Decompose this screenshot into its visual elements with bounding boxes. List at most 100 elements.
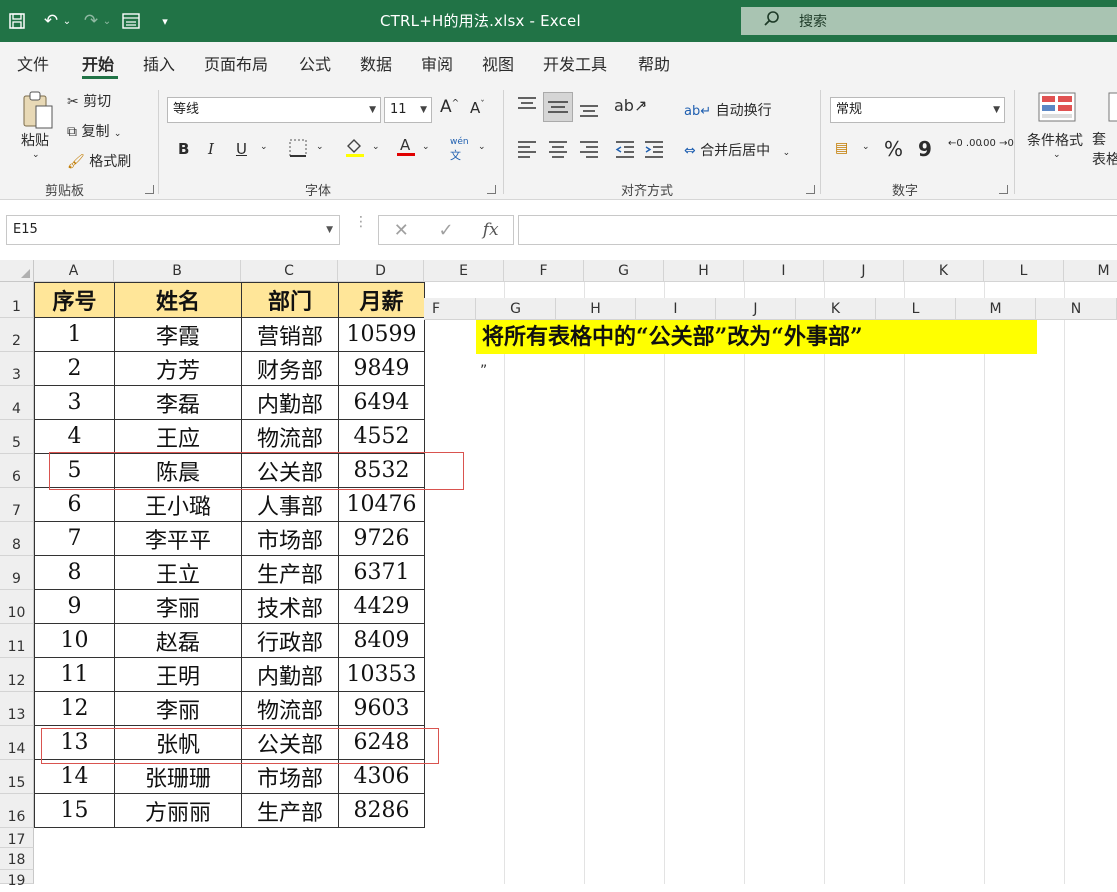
cell[interactable]: 4: [34, 419, 115, 454]
cell[interactable]: 李丽: [114, 589, 242, 624]
comma-button[interactable]: 9: [918, 137, 932, 161]
bold-button[interactable]: B: [178, 140, 189, 158]
tab-help[interactable]: 帮助: [638, 51, 670, 75]
font-launcher-icon[interactable]: [487, 185, 496, 194]
tab-view[interactable]: 视图: [482, 51, 514, 75]
decrease-indent-icon[interactable]: [614, 140, 636, 162]
cell[interactable]: 生产部: [241, 793, 339, 828]
header-cell[interactable]: 月薪: [338, 282, 425, 318]
cell[interactable]: 物流部: [241, 691, 339, 726]
cell[interactable]: 8286: [338, 793, 425, 828]
cell[interactable]: 李丽: [114, 691, 242, 726]
cell[interactable]: 方芳: [114, 351, 242, 386]
cell[interactable]: 3: [34, 385, 115, 420]
cell[interactable]: 15: [34, 793, 115, 828]
cell[interactable]: 4306: [338, 759, 425, 794]
row-header[interactable]: 16: [0, 794, 34, 828]
cell[interactable]: 14: [34, 759, 115, 794]
format-table-label[interactable]: 套 表格: [1092, 130, 1117, 170]
number-format-select[interactable]: 常规 ▼: [830, 97, 1005, 123]
header-cell[interactable]: 序号: [34, 282, 115, 318]
row-header[interactable]: 19: [0, 870, 34, 889]
underline-dropdown-icon[interactable]: ⌄: [260, 142, 268, 152]
header-cell[interactable]: 部门: [241, 282, 339, 318]
border-dropdown-icon[interactable]: ⌄: [316, 142, 324, 152]
accounting-icon[interactable]: ▤: [835, 140, 848, 156]
row-header[interactable]: 8: [0, 522, 34, 556]
increase-font-icon[interactable]: A^: [440, 97, 459, 117]
paste-dropdown-icon[interactable]: ⌄: [32, 150, 40, 160]
border-button[interactable]: [288, 138, 308, 162]
tab-data[interactable]: 数据: [360, 51, 392, 75]
tab-review[interactable]: 审阅: [421, 51, 453, 75]
cell[interactable]: 9603: [338, 691, 425, 726]
cell[interactable]: 8409: [338, 623, 425, 658]
cell[interactable]: 10476: [338, 487, 425, 522]
column-header-m[interactable]: M: [1064, 260, 1117, 282]
row-header[interactable]: 7: [0, 488, 34, 522]
italic-button[interactable]: I: [208, 140, 214, 158]
column-header-e[interactable]: E: [424, 260, 504, 282]
cell[interactable]: 12: [34, 691, 115, 726]
cell[interactable]: 9: [34, 589, 115, 624]
percent-button[interactable]: %: [884, 137, 903, 161]
cell[interactable]: 行政部: [241, 623, 339, 658]
undo-dropdown-icon[interactable]: ⌄: [60, 0, 74, 42]
increase-indent-icon[interactable]: [643, 140, 665, 162]
row-header[interactable]: 3: [0, 352, 34, 386]
column-header-a[interactable]: A: [34, 260, 114, 282]
row-header[interactable]: 1: [0, 282, 34, 318]
conditional-format-label[interactable]: 条件格式: [1027, 130, 1083, 150]
font-name-select[interactable]: 等线 ▼: [167, 97, 381, 123]
cell[interactable]: 4429: [338, 589, 425, 624]
cell[interactable]: 6494: [338, 385, 425, 420]
cell[interactable]: 财务部: [241, 351, 339, 386]
cell[interactable]: 11: [34, 657, 115, 692]
phonetic-icon[interactable]: wén 文: [450, 137, 469, 163]
cell[interactable]: 李霞: [114, 317, 242, 352]
orientation-dropdown-icon[interactable]: ⌄: [640, 100, 648, 110]
cell[interactable]: 王应: [114, 419, 242, 454]
row-header[interactable]: 12: [0, 658, 34, 692]
cancel-icon[interactable]: ✕: [379, 220, 424, 241]
row-header[interactable]: 9: [0, 556, 34, 590]
row-header[interactable]: 18: [0, 848, 34, 870]
copy-dropdown-icon[interactable]: ⌄: [114, 129, 122, 139]
font-color-dropdown-icon[interactable]: ⌄: [422, 142, 430, 152]
column-header-f[interactable]: F: [504, 260, 584, 282]
column-header-c[interactable]: C: [241, 260, 338, 282]
cell[interactable]: 9726: [338, 521, 425, 556]
formula-input[interactable]: [518, 215, 1117, 245]
insert-function-icon[interactable]: fx: [468, 220, 513, 240]
align-middle-icon[interactable]: [543, 92, 573, 122]
form-icon[interactable]: [114, 0, 148, 42]
copy-button[interactable]: ⧉ 复制 ⌄: [67, 121, 121, 141]
conditional-format-icon[interactable]: [1038, 92, 1076, 126]
cell[interactable]: 8: [34, 555, 115, 590]
cell[interactable]: 4552: [338, 419, 425, 454]
row-header[interactable]: 15: [0, 760, 34, 794]
cell[interactable]: 张珊珊: [114, 759, 242, 794]
header-cell[interactable]: 姓名: [114, 282, 242, 318]
select-all-button[interactable]: [0, 260, 34, 282]
fill-dropdown-icon[interactable]: ⌄: [372, 142, 380, 152]
format-table-icon[interactable]: [1108, 92, 1117, 126]
cell[interactable]: 6371: [338, 555, 425, 590]
tab-file[interactable]: 文件: [17, 51, 49, 75]
customize-qat-icon[interactable]: ▾: [148, 0, 182, 42]
cell[interactable]: 市场部: [241, 521, 339, 556]
cell[interactable]: 内勤部: [241, 385, 339, 420]
conditional-format-dropdown-icon[interactable]: ⌄: [1053, 150, 1061, 160]
column-header-j[interactable]: J: [824, 260, 904, 282]
cell[interactable]: 李磊: [114, 385, 242, 420]
row-header[interactable]: 13: [0, 692, 34, 726]
decrease-decimal-button[interactable]: .00 →0: [980, 138, 1014, 149]
cell[interactable]: 10: [34, 623, 115, 658]
row-header[interactable]: 10: [0, 590, 34, 624]
row-header[interactable]: 6: [0, 454, 34, 488]
cell[interactable]: 王明: [114, 657, 242, 692]
name-box[interactable]: E15 ▼: [6, 215, 340, 245]
column-header-g[interactable]: G: [584, 260, 664, 282]
number-launcher-icon[interactable]: [999, 185, 1008, 194]
cell[interactable]: 王小璐: [114, 487, 242, 522]
